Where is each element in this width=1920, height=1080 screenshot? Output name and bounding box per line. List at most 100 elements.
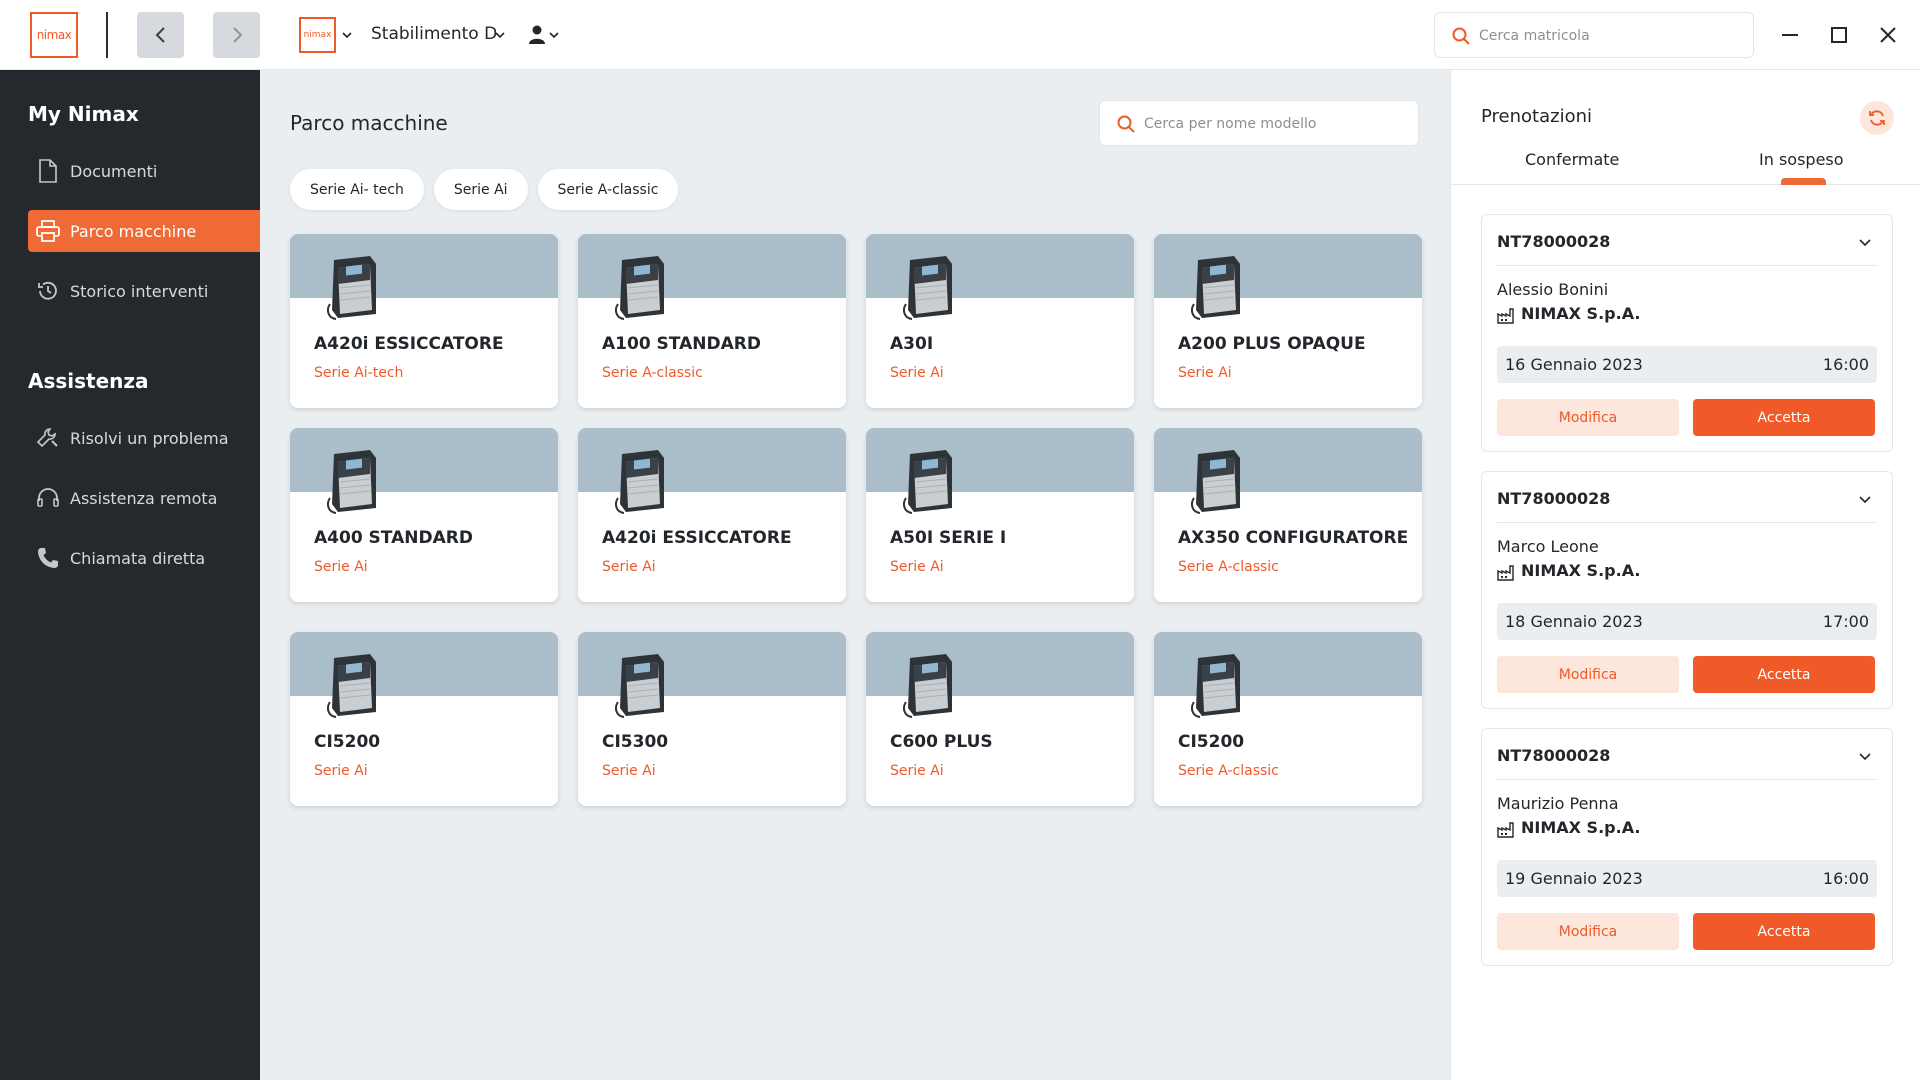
machine-name: CI5200 xyxy=(1178,732,1245,752)
model-search[interactable] xyxy=(1099,100,1419,146)
modify-button[interactable]: Modifica xyxy=(1497,656,1679,693)
logo-divider xyxy=(106,12,108,58)
printer-machine-icon xyxy=(1191,255,1241,320)
machine-series: Serie Ai xyxy=(1178,365,1232,381)
tab-confermate[interactable]: Confermate xyxy=(1525,150,1619,169)
wrench-icon xyxy=(36,426,60,450)
machine-name: A200 PLUS OPAQUE xyxy=(1178,334,1366,354)
chevron-down-icon[interactable] xyxy=(494,29,506,41)
divider xyxy=(1497,265,1877,266)
chevron-down-icon[interactable] xyxy=(341,29,353,41)
chevron-down-icon[interactable] xyxy=(1857,749,1873,765)
machine-name: CI5300 xyxy=(602,732,669,752)
sidebar-item-label: Parco macchine xyxy=(70,221,197,241)
machine-park-panel: Parco macchine Serie Ai- tech Serie Ai S… xyxy=(260,70,1450,1080)
maximize-button[interactable] xyxy=(1826,22,1852,48)
phone-icon xyxy=(36,546,60,570)
machine-name: CI5200 xyxy=(314,732,381,752)
active-tab-indicator xyxy=(1781,178,1826,185)
machine-name: A50I SERIE I xyxy=(890,528,1007,548)
machine-card[interactable]: CI5200 Serie Ai xyxy=(290,632,558,806)
printer-icon xyxy=(36,219,60,243)
booking-person: Maurizio Penna xyxy=(1497,794,1619,813)
logo-text: nimax xyxy=(36,28,72,42)
minimize-button[interactable] xyxy=(1777,22,1803,48)
serial-search-input[interactable] xyxy=(1479,23,1739,49)
refresh-icon xyxy=(1869,110,1885,126)
model-search-input[interactable] xyxy=(1144,111,1404,137)
filter-chip[interactable]: Serie A-classic xyxy=(537,169,679,210)
sidebar-item-assistenza-remota[interactable]: Assistenza remota xyxy=(28,477,260,519)
accept-button[interactable]: Accetta xyxy=(1693,656,1875,693)
machine-card[interactable]: A100 STANDARD Serie A-classic xyxy=(578,234,846,408)
chevron-down-icon[interactable] xyxy=(548,29,560,41)
refresh-button[interactable] xyxy=(1860,101,1894,135)
machine-name: A420i ESSICCATORE xyxy=(314,334,504,354)
machine-card[interactable]: AX350 CONFIGURATORE Serie A-classic xyxy=(1154,428,1422,602)
headset-icon xyxy=(36,486,60,510)
booking-person: Alessio Bonini xyxy=(1497,280,1609,299)
machine-series: Serie A-classic xyxy=(602,365,703,381)
machine-series: Serie Ai xyxy=(890,763,944,779)
machine-card[interactable]: A400 STANDARD Serie Ai xyxy=(290,428,558,602)
plant-logo[interactable]: nimax xyxy=(299,17,336,53)
machine-name: A100 STANDARD xyxy=(602,334,761,354)
booking-card: NT78000028 Marco Leone NIMAX S.p.A. 18 G… xyxy=(1481,471,1893,709)
machine-card[interactable]: A420i ESSICCATORE Serie Ai xyxy=(578,428,846,602)
machine-series: Serie Ai xyxy=(890,559,944,575)
booking-datetime: 18 Gennaio 2023 17:00 xyxy=(1497,603,1877,640)
printer-machine-icon xyxy=(903,255,953,320)
filter-chip[interactable]: Serie Ai xyxy=(433,169,528,210)
sidebar-item-chiamata-diretta[interactable]: Chiamata diretta xyxy=(28,537,260,579)
booking-company: NIMAX S.p.A. xyxy=(1521,304,1641,323)
sidebar-item-storico-interventi[interactable]: Storico interventi xyxy=(28,270,260,312)
tab-in-sospeso[interactable]: In sospeso xyxy=(1759,150,1844,169)
printer-machine-icon xyxy=(1191,653,1241,718)
back-button[interactable] xyxy=(137,12,184,58)
forward-button[interactable] xyxy=(213,12,260,58)
machine-card[interactable]: CI5200 Serie A-classic xyxy=(1154,632,1422,806)
machine-card[interactable]: C600 PLUS Serie Ai xyxy=(866,632,1134,806)
machine-card[interactable]: A30I Serie Ai xyxy=(866,234,1134,408)
printer-machine-icon xyxy=(327,255,377,320)
sidebar-item-parco-macchine[interactable]: Parco macchine xyxy=(28,210,260,252)
booking-date: 18 Gennaio 2023 xyxy=(1505,612,1643,631)
serial-search[interactable] xyxy=(1434,12,1754,58)
modify-button[interactable]: Modifica xyxy=(1497,399,1679,436)
section-assistenza: Assistenza xyxy=(28,369,149,393)
maximize-icon xyxy=(1831,27,1847,43)
booking-code: NT78000028 xyxy=(1497,489,1611,508)
minimize-icon xyxy=(1782,34,1798,36)
machine-series: Serie Ai xyxy=(602,559,656,575)
machine-series: Serie Ai xyxy=(314,763,368,779)
section-my-nimax: My Nimax xyxy=(28,102,139,126)
divider xyxy=(1497,779,1877,780)
booking-company: NIMAX S.p.A. xyxy=(1521,818,1641,837)
machine-card[interactable]: CI5300 Serie Ai xyxy=(578,632,846,806)
machine-card[interactable]: A200 PLUS OPAQUE Serie Ai xyxy=(1154,234,1422,408)
modify-button[interactable]: Modifica xyxy=(1497,913,1679,950)
booking-company: NIMAX S.p.A. xyxy=(1521,561,1641,580)
sidebar-item-documenti[interactable]: Documenti xyxy=(28,150,260,192)
accept-button[interactable]: Accetta xyxy=(1693,913,1875,950)
sidebar-item-risolvi-problema[interactable]: Risolvi un problema xyxy=(28,417,260,459)
factory-icon xyxy=(1497,565,1514,581)
chevron-left-icon xyxy=(155,27,165,43)
accept-button[interactable]: Accetta xyxy=(1693,399,1875,436)
printer-machine-icon xyxy=(903,653,953,718)
filter-chip[interactable]: Serie Ai- tech xyxy=(290,169,424,210)
plant-selector[interactable]: Stabilimento D xyxy=(371,24,497,44)
booking-time: 17:00 xyxy=(1822,612,1869,631)
machine-name: AX350 CONFIGURATORE xyxy=(1178,528,1409,548)
close-button[interactable] xyxy=(1875,22,1901,48)
chevron-down-icon[interactable] xyxy=(1857,492,1873,508)
machine-name: A420i ESSICCATORE xyxy=(602,528,792,548)
sidebar-item-label: Assistenza remota xyxy=(70,488,218,508)
machine-card[interactable]: A50I SERIE I Serie Ai xyxy=(866,428,1134,602)
booking-datetime: 19 Gennaio 2023 16:00 xyxy=(1497,860,1877,897)
booking-datetime: 16 Gennaio 2023 16:00 xyxy=(1497,346,1877,383)
nimax-logo: nimax xyxy=(30,12,78,58)
machine-card[interactable]: A420i ESSICCATORE Serie Ai-tech xyxy=(290,234,558,408)
bookings-panel: Prenotazioni Confermate In sospeso NT780… xyxy=(1450,70,1920,1080)
chevron-down-icon[interactable] xyxy=(1857,235,1873,251)
